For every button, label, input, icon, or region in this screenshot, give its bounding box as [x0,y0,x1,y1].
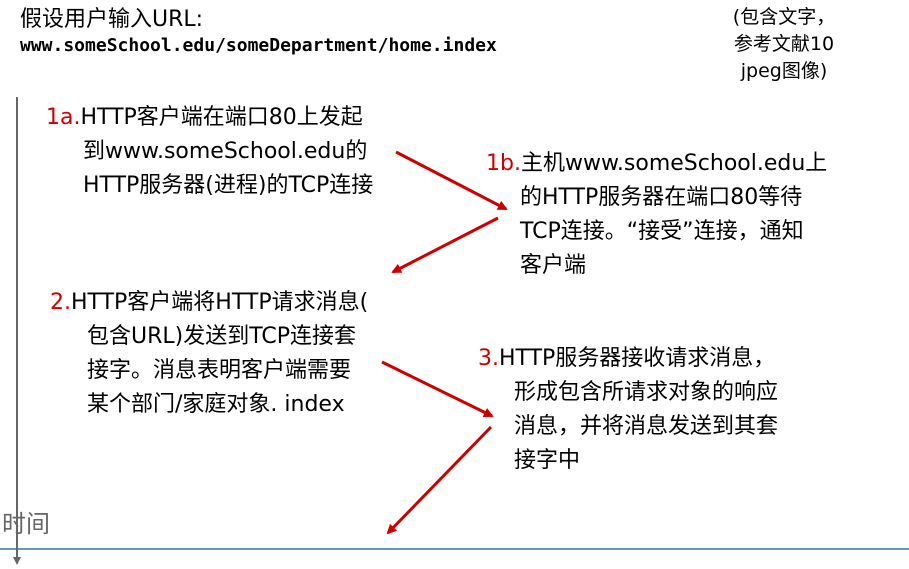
step-line: 接字中 [514,448,581,473]
step-line: 接字。消息表明客户端需要 [87,358,352,383]
step-text: HTTP客户端在端口80上发起 [80,105,363,130]
step-3: 3.HTTP服务器接收请求消息， 形成包含所请求对象的响应 消息，并将消息发送到… [478,342,778,478]
step-line: 形成包含所请求对象的响应 [514,380,779,405]
step-1a: 1a.HTTP客户端在端口80上发起 到www.someSchool.edu的 … [46,101,373,203]
arrow-3-to-client [386,425,493,535]
step-line: 的HTTP服务器在端口80等待 [520,185,803,210]
step-line: 1a.HTTP客户端在端口80上发起 [46,101,373,135]
step-number: 1a. [46,105,81,130]
step-line: 3.HTTP服务器接收请求消息， [478,342,778,376]
step-line: TCP连接。“接受”连接，通知 [520,219,804,244]
step-text: 主机www.someSchool.edu上 [520,151,828,176]
step-line: 某个部门/家庭对象. index [87,392,345,417]
step-1b: 1b.主机www.someSchool.edu上 的HTTP服务器在端口80等待… [486,147,827,283]
arrow-2-to-3 [381,360,494,418]
step-line: HTTP服务器(进程)的TCP连接 [83,173,374,198]
step-line: 2.HTTP客户端将HTTP请求消息( [50,286,368,320]
step-line: 客户端 [520,253,587,278]
step-text: HTTP客户端将HTTP请求消息( [71,290,369,315]
timeline-label: 时间 [2,510,50,538]
arrow-1b-to-2 [391,216,499,274]
diagram-graphics [0,97,909,565]
step-line: 消息，并将消息发送到其套 [514,414,779,439]
step-text: HTTP服务器接收请求消息， [499,346,776,371]
step-2: 2.HTTP客户端将HTTP请求消息( 包含URL)发送到TCP连接套 接字。消… [50,286,368,422]
step-number: 3. [478,346,499,371]
step-line: 到www.someSchool.edu的 [83,139,368,164]
step-number: 2. [50,290,71,315]
step-line: 1b.主机www.someSchool.edu上 [486,147,827,181]
step-number: 1b. [486,151,521,176]
step-line: 包含URL)发送到TCP连接套 [87,324,357,349]
